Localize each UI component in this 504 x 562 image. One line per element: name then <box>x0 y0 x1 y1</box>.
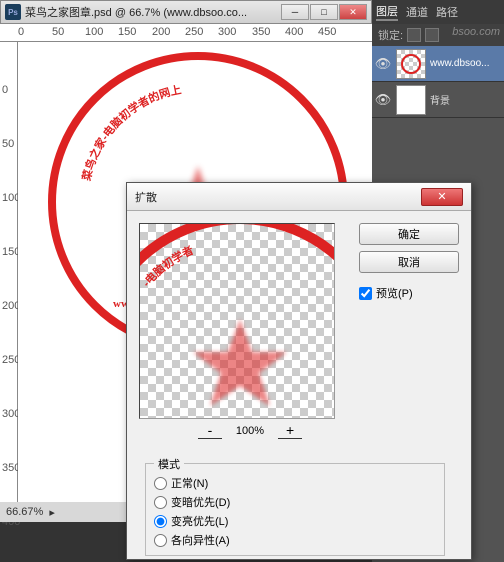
ruler-vertical[interactable]: 050100 150200250 300350400 <box>0 42 18 502</box>
lock-pixels-icon[interactable] <box>425 28 439 42</box>
cancel-button[interactable]: 取消 <box>359 251 459 273</box>
dialog-titlebar[interactable]: 扩散 ✕ <box>127 183 471 211</box>
mode-group: 模式 正常(N) 变暗优先(D) 变亮优先(L) 各向异性(A) <box>145 463 445 556</box>
close-button[interactable]: ✕ <box>339 4 367 20</box>
maximize-button[interactable]: □ <box>310 4 338 20</box>
mode-option-darken[interactable]: 变暗优先(D) <box>154 494 436 510</box>
panel-tabs: 图层 通道 路径 <box>372 0 504 24</box>
mode-option-lighten[interactable]: 变亮优先(L) <box>154 513 436 529</box>
document-window: Ps 菜鸟之家图章.psd @ 66.7% (www.dbsoo.co... ─… <box>0 0 372 42</box>
document-title: 菜鸟之家图章.psd @ 66.7% (www.dbsoo.co... <box>25 4 281 20</box>
mode-option-normal[interactable]: 正常(N) <box>154 475 436 491</box>
document-titlebar[interactable]: Ps 菜鸟之家图章.psd @ 66.7% (www.dbsoo.co... ─… <box>0 0 372 24</box>
zoom-in-button[interactable]: + <box>278 423 302 439</box>
ps-icon: Ps <box>5 4 21 20</box>
tab-layers[interactable]: 图层 <box>376 3 398 21</box>
tab-channels[interactable]: 通道 <box>406 4 428 20</box>
watermark-text: bsoo.com <box>452 26 500 38</box>
preview-checkbox[interactable] <box>359 287 372 300</box>
layer-name[interactable]: www.dbsoo... <box>430 58 502 69</box>
minimize-button[interactable]: ─ <box>281 4 309 20</box>
ruler-horizontal[interactable]: 0 50 100 150 200 250 300 350 400 450 <box>0 24 372 42</box>
preview-area[interactable]: -电脑初学者 <box>139 223 335 419</box>
mode-option-aniso[interactable]: 各向异性(A) <box>154 532 436 548</box>
zoom-out-button[interactable]: - <box>198 423 222 439</box>
preview-zoom-value: 100% <box>236 425 264 437</box>
visibility-icon[interactable]: 👁 <box>374 55 392 73</box>
mode-legend: 模式 <box>154 456 184 472</box>
preview-label: 预览(P) <box>376 285 413 301</box>
lock-transparency-icon[interactable] <box>407 28 421 42</box>
layer-row[interactable]: 👁 www.dbsoo... <box>372 46 504 82</box>
layer-name[interactable]: 背景 <box>430 92 502 107</box>
layer-row[interactable]: 👁 背景 <box>372 82 504 118</box>
visibility-icon[interactable]: 👁 <box>374 91 392 109</box>
preview-zoom-controls: - 100% + <box>139 423 349 439</box>
dialog-close-button[interactable]: ✕ <box>421 188 463 206</box>
layer-thumbnail[interactable] <box>396 49 426 79</box>
tab-paths[interactable]: 路径 <box>436 4 458 20</box>
info-icon[interactable]: ▸ <box>49 506 55 519</box>
diffuse-dialog: 扩散 ✕ -电脑初学者 - 100% + 确定 取消 <box>126 182 472 560</box>
ok-button[interactable]: 确定 <box>359 223 459 245</box>
layer-thumbnail[interactable] <box>396 85 426 115</box>
dialog-title: 扩散 <box>135 189 421 205</box>
preview-checkbox-row[interactable]: 预览(P) <box>359 285 459 301</box>
window-buttons: ─ □ ✕ <box>281 4 367 20</box>
lock-label: 锁定: <box>378 27 403 43</box>
zoom-level[interactable]: 66.67% <box>6 506 43 518</box>
